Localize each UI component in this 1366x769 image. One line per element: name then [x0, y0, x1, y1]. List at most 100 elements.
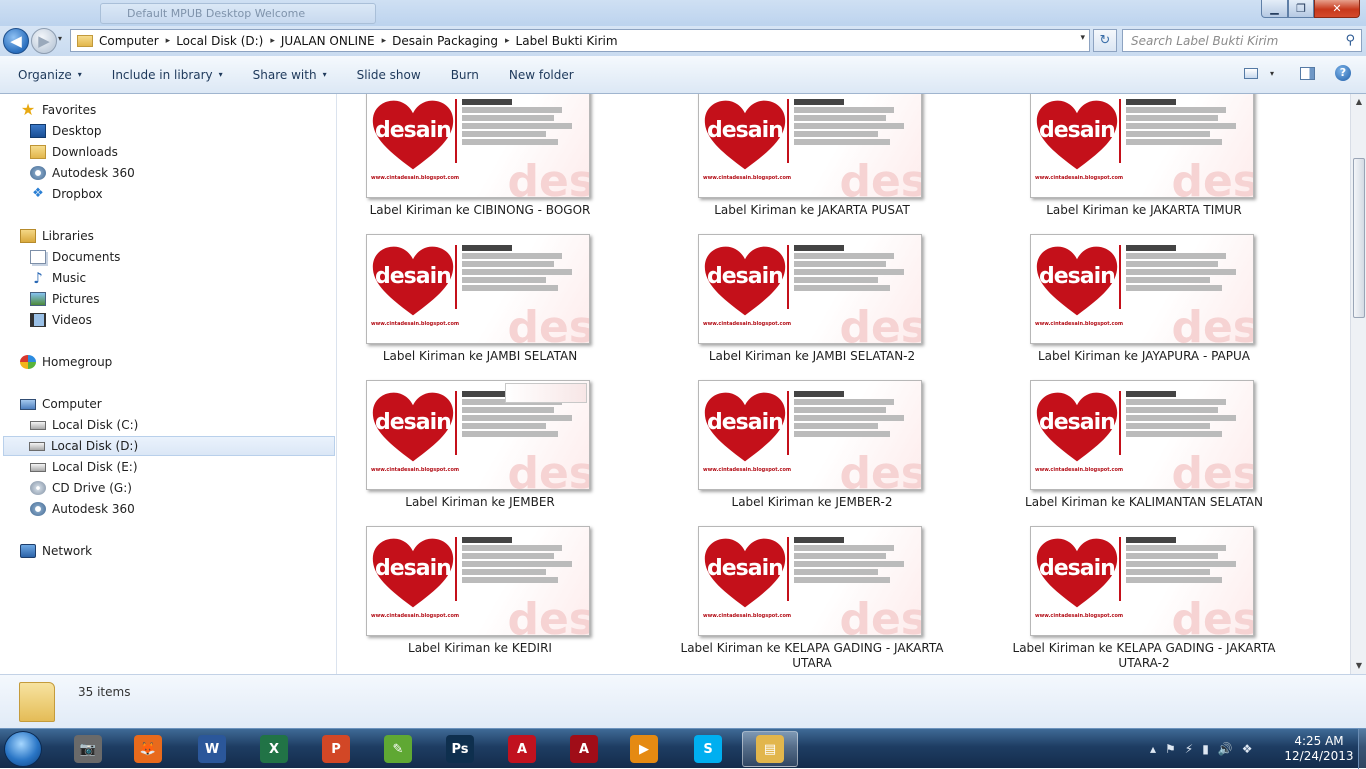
- file-item[interactable]: desain www.cintadesain.blogspot.com des Lab…: [1002, 94, 1302, 234]
- address-history-dropdown-icon[interactable]: ▾: [1080, 33, 1085, 43]
- file-thumbnail[interactable]: desain www.cintadesain.blogspot.com des: [366, 526, 590, 636]
- back-button[interactable]: ◀: [3, 28, 29, 54]
- scrollbar-thumb[interactable]: [1353, 158, 1365, 318]
- vertical-scrollbar[interactable]: ▲ ▼: [1350, 94, 1366, 674]
- taskbar-corel-button[interactable]: ✎: [370, 731, 426, 767]
- nav-drive-c[interactable]: Local Disk (C:): [30, 415, 138, 435]
- nav-computer[interactable]: Computer: [20, 394, 102, 414]
- file-thumbnail[interactable]: desain www.cintadesain.blogspot.com des: [366, 380, 590, 490]
- nav-favorites[interactable]: ★ Favorites: [20, 100, 96, 120]
- file-name[interactable]: Label Kiriman ke KELAPA GADING - JAKARTA…: [670, 641, 954, 671]
- show-desktop-button[interactable]: [1358, 729, 1366, 769]
- include-in-library-button[interactable]: Include in library ▾: [112, 68, 223, 82]
- maximize-button[interactable]: ❐: [1288, 0, 1314, 18]
- share-with-button[interactable]: Share with ▾: [253, 68, 327, 82]
- power-icon[interactable]: ⚡: [1185, 742, 1193, 756]
- search-icon[interactable]: ⚲: [1345, 33, 1355, 48]
- taskbar-autocad-a-button[interactable]: A: [494, 731, 550, 767]
- file-name[interactable]: Label Kiriman ke CIBINONG - BOGOR: [338, 203, 622, 218]
- file-name[interactable]: Label Kiriman ke KEDIRI: [338, 641, 622, 656]
- breadcrumb-computer[interactable]: Computer ▸: [99, 34, 176, 48]
- file-name[interactable]: Label Kiriman ke JAYAPURA - PAPUA: [1002, 349, 1286, 364]
- file-thumbnail[interactable]: desain www.cintadesain.blogspot.com des: [366, 234, 590, 344]
- help-icon[interactable]: ?: [1335, 65, 1351, 81]
- change-view-icon[interactable]: [1244, 68, 1258, 79]
- taskbar-explorer-button[interactable]: ▤: [742, 731, 798, 767]
- address-bar[interactable]: Computer ▸ Local Disk (D:) ▸ JUALAN ONLINE…: [70, 29, 1090, 52]
- file-item[interactable]: desain www.cintadesain.blogspot.com des Lab…: [338, 234, 638, 380]
- nav-downloads[interactable]: Downloads: [30, 142, 118, 162]
- nav-drive-d[interactable]: Local Disk (D:): [3, 436, 335, 456]
- refresh-button[interactable]: ↻: [1093, 29, 1117, 52]
- taskbar-autocad-b-button[interactable]: A: [556, 731, 612, 767]
- new-folder-button[interactable]: New folder: [509, 68, 574, 82]
- file-thumbnail[interactable]: desain www.cintadesain.blogspot.com des: [366, 94, 590, 198]
- taskbar-photoshop-button[interactable]: Ps: [432, 731, 488, 767]
- nav-network[interactable]: Network: [20, 541, 92, 561]
- file-thumbnail[interactable]: desain www.cintadesain.blogspot.com des: [1030, 234, 1254, 344]
- nav-autodesk360-computer[interactable]: Autodesk 360: [30, 499, 135, 519]
- breadcrumb-label-bukti-kirim[interactable]: Label Bukti Kirim: [516, 34, 618, 48]
- view-options-dropdown-icon[interactable]: ▾: [1270, 69, 1274, 78]
- breadcrumb-separator-icon[interactable]: ▸: [166, 36, 171, 46]
- file-name[interactable]: Label Kiriman ke JEMBER-2: [670, 495, 954, 510]
- file-item[interactable]: desain www.cintadesain.blogspot.com des Lab…: [338, 526, 638, 672]
- file-item[interactable]: desain www.cintadesain.blogspot.com des Lab…: [338, 380, 638, 526]
- taskbar-camera-app-button[interactable]: 📷: [60, 731, 116, 767]
- burn-button[interactable]: Burn: [451, 68, 479, 82]
- taskbar-excel-button[interactable]: X: [246, 731, 302, 767]
- nav-libraries[interactable]: Libraries: [20, 226, 94, 246]
- nav-desktop[interactable]: Desktop: [30, 121, 102, 141]
- file-item[interactable]: desain www.cintadesain.blogspot.com des Lab…: [670, 380, 970, 526]
- nav-drive-e[interactable]: Local Disk (E:): [30, 457, 138, 477]
- scroll-up-icon[interactable]: ▲: [1351, 94, 1366, 110]
- taskbar-firefox-button[interactable]: 🦊: [120, 731, 176, 767]
- nav-music[interactable]: ♪ Music: [30, 268, 86, 288]
- file-item[interactable]: desain www.cintadesain.blogspot.com des Lab…: [670, 94, 970, 234]
- file-name[interactable]: Label Kiriman ke KALIMANTAN SELATAN: [1002, 495, 1286, 510]
- close-button[interactable]: ✕: [1314, 0, 1360, 18]
- nav-pictures[interactable]: Pictures: [30, 289, 100, 309]
- taskbar-media-player-button[interactable]: ▶: [616, 731, 672, 767]
- action-center-icon[interactable]: ⚑: [1165, 742, 1176, 756]
- file-name[interactable]: Label Kiriman ke JAKARTA TIMUR: [1002, 203, 1286, 218]
- file-name[interactable]: Label Kiriman ke JEMBER: [338, 495, 622, 510]
- file-name[interactable]: Label Kiriman ke JAMBI SELATAN-2: [670, 349, 954, 364]
- file-item[interactable]: desain www.cintadesain.blogspot.com des Lab…: [1002, 234, 1302, 380]
- file-item[interactable]: desain www.cintadesain.blogspot.com des Lab…: [338, 94, 638, 234]
- breadcrumb-local-disk-d[interactable]: Local Disk (D:) ▸: [176, 34, 281, 48]
- file-thumbnail[interactable]: desain www.cintadesain.blogspot.com des: [698, 94, 922, 198]
- nav-videos[interactable]: Videos: [30, 310, 92, 330]
- file-name[interactable]: Label Kiriman ke JAKARTA PUSAT: [670, 203, 954, 218]
- clock[interactable]: 4:25 AM 12/24/2013: [1282, 734, 1356, 764]
- breadcrumb-separator-icon[interactable]: ▸: [505, 36, 510, 46]
- file-item[interactable]: desain www.cintadesain.blogspot.com des Lab…: [670, 234, 970, 380]
- preview-pane-icon[interactable]: [1300, 67, 1315, 80]
- breadcrumb-jualan-online[interactable]: JUALAN ONLINE ▸: [281, 34, 392, 48]
- background-window-tab[interactable]: Default MPUB Desktop Welcome: [100, 3, 376, 24]
- start-button[interactable]: [4, 731, 42, 767]
- file-thumbnail[interactable]: desain www.cintadesain.blogspot.com des: [1030, 94, 1254, 198]
- file-item[interactable]: desain www.cintadesain.blogspot.com des Lab…: [1002, 526, 1302, 672]
- forward-button[interactable]: ▶: [31, 28, 57, 54]
- taskbar-powerpoint-button[interactable]: P: [308, 731, 364, 767]
- network-signal-icon[interactable]: ▮: [1202, 742, 1209, 756]
- file-item[interactable]: desain www.cintadesain.blogspot.com des Lab…: [1002, 380, 1302, 526]
- file-name[interactable]: Label Kiriman ke JAMBI SELATAN: [338, 349, 622, 364]
- file-name[interactable]: Label Kiriman ke KELAPA GADING - JAKARTA…: [1002, 641, 1286, 671]
- file-thumbnail[interactable]: desain www.cintadesain.blogspot.com des: [698, 234, 922, 344]
- search-input[interactable]: Search Label Bukti Kirim ⚲: [1122, 29, 1362, 52]
- recent-pages-dropdown-icon[interactable]: ▾: [58, 34, 62, 43]
- file-thumbnail[interactable]: desain www.cintadesain.blogspot.com des: [698, 380, 922, 490]
- breadcrumb-separator-icon[interactable]: ▸: [382, 36, 387, 46]
- slide-show-button[interactable]: Slide show: [357, 68, 421, 82]
- nav-drive-g[interactable]: CD Drive (G:): [30, 478, 132, 498]
- file-thumbnail[interactable]: desain www.cintadesain.blogspot.com des: [698, 526, 922, 636]
- nav-dropbox[interactable]: ❖ Dropbox: [30, 184, 102, 204]
- volume-icon[interactable]: 🔊: [1218, 742, 1233, 756]
- breadcrumb-separator-icon[interactable]: ▸: [270, 36, 275, 46]
- show-hidden-icons-icon[interactable]: ▴: [1150, 742, 1156, 756]
- nav-homegroup[interactable]: Homegroup: [20, 352, 112, 372]
- nav-documents[interactable]: Documents: [30, 247, 120, 267]
- file-item[interactable]: desain www.cintadesain.blogspot.com des Lab…: [670, 526, 970, 672]
